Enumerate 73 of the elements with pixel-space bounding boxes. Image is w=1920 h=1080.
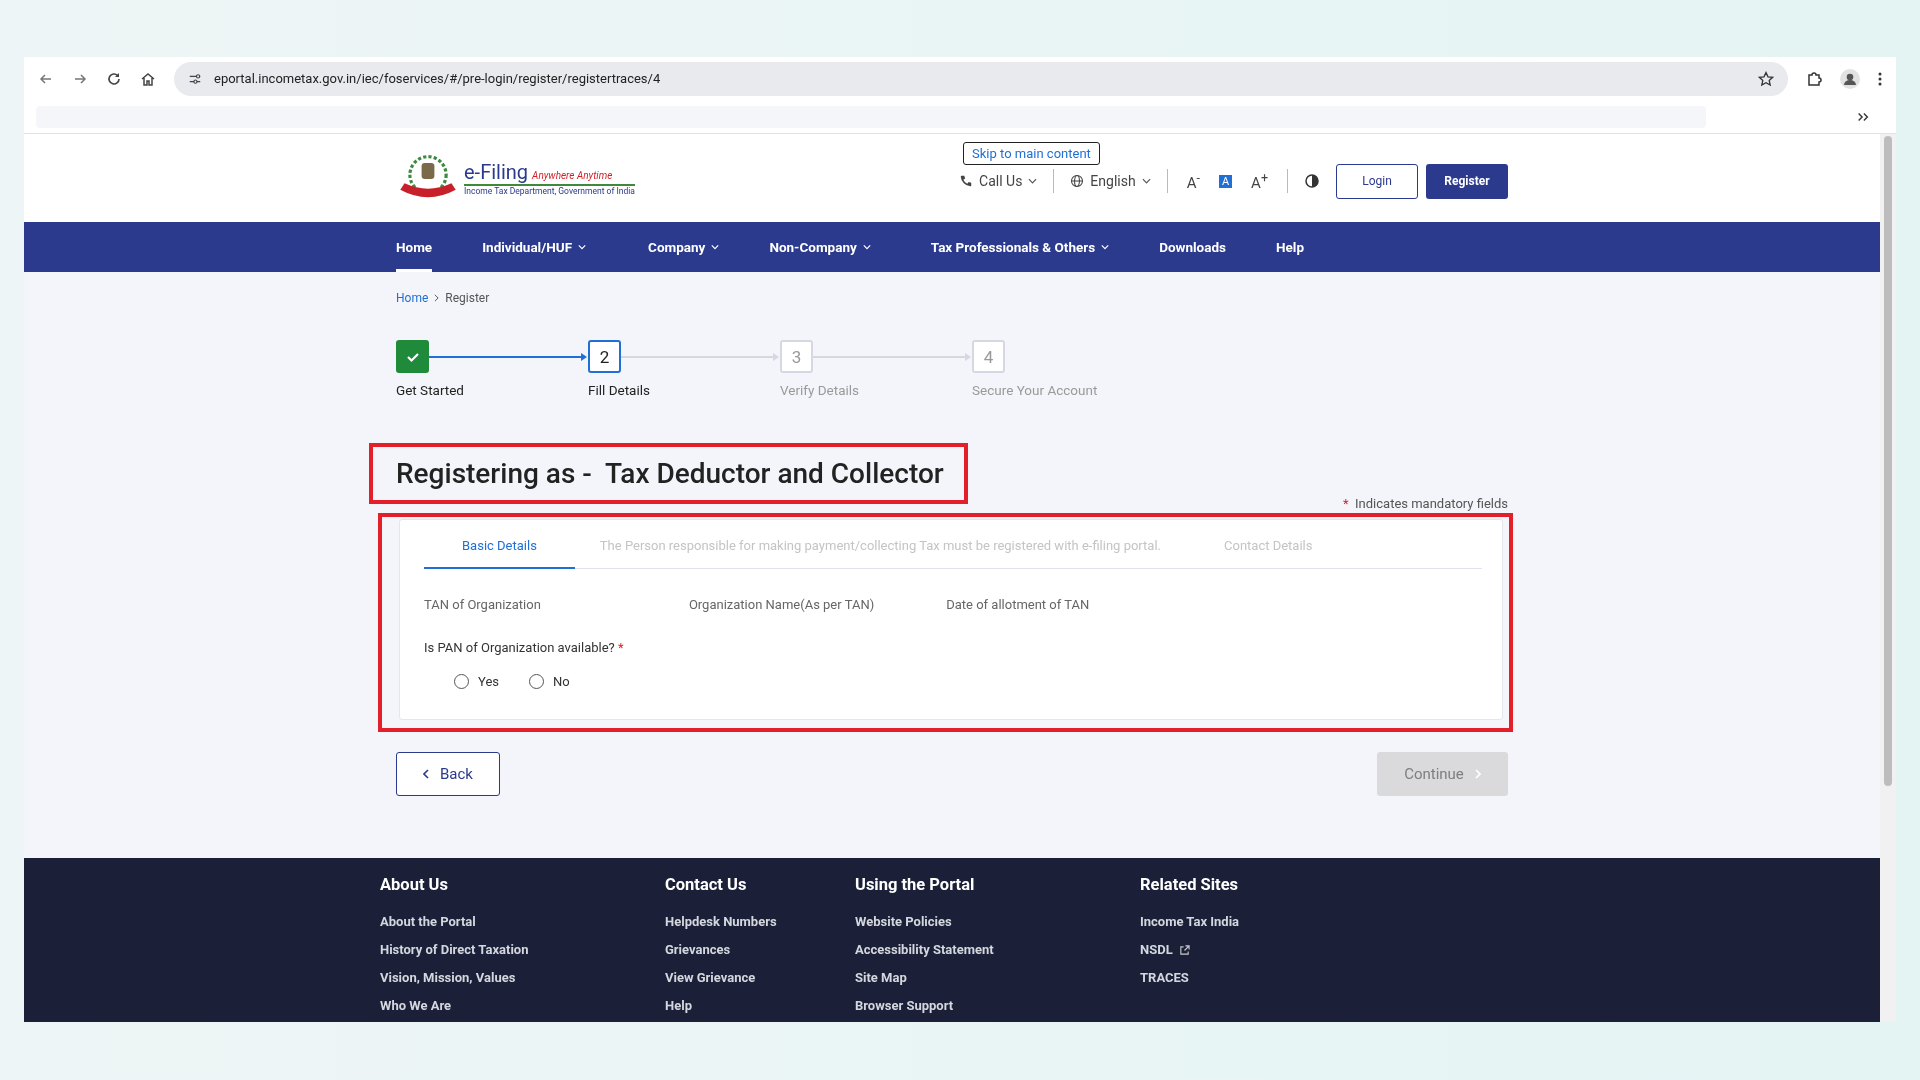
site-settings-icon[interactable] <box>188 71 202 86</box>
footer-link[interactable]: TRACES <box>1140 964 1340 992</box>
phone-icon <box>959 174 974 188</box>
star-icon[interactable] <box>1758 70 1774 87</box>
field-label: TAN of Organization <box>424 597 541 612</box>
font-size-button[interactable]: A$^{+}$ <box>1248 170 1271 192</box>
skip-link[interactable]: Skip to main content <box>963 141 1100 165</box>
chevron-down-icon <box>1028 178 1038 184</box>
chevron-down-icon <box>1141 178 1151 184</box>
footer-link[interactable]: Help <box>665 992 855 1020</box>
footer-link[interactable]: Grievances <box>665 936 855 964</box>
logo-subtitle: Income Tax Department, Government of India <box>464 186 635 196</box>
step-label: Fill Details <box>588 382 651 398</box>
nav-item[interactable]: Company <box>648 222 720 272</box>
page-title: Registering as - Tax Deductor and Collector <box>396 457 944 490</box>
step-number: 2 <box>599 346 610 367</box>
nav-item[interactable]: Tax Professionals & Others <box>930 222 1110 272</box>
footer-heading: About Us <box>380 875 449 894</box>
nav-item[interactable]: Downloads <box>1159 222 1226 272</box>
url-text: eportal.incometax.gov.in/iec/foservices/#/pre-login/register/registertraces/4 <box>214 71 662 86</box>
radio-option[interactable]: No <box>529 674 570 689</box>
contrast-icon[interactable] <box>1304 173 1320 189</box>
question-label: Is PAN of Organization available? * <box>424 640 625 655</box>
footer-heading: Contact Us <box>665 875 748 894</box>
footer-link[interactable]: Income Tax India <box>1140 908 1340 936</box>
address-bar[interactable]: eportal.incometax.gov.in/iec/foservices/#/pre-login/register/registertraces/4 <box>174 61 1788 96</box>
back-button[interactable]: Back <box>396 752 500 796</box>
radio-option[interactable]: Yes <box>454 674 499 689</box>
footer-link[interactable]: Site Map <box>855 964 1140 992</box>
scrollbar[interactable] <box>1880 134 1896 1022</box>
profile-icon[interactable] <box>1840 68 1860 89</box>
footer-link[interactable]: Who We Are <box>380 992 665 1020</box>
footer-heading: Related Sites <box>1140 875 1240 894</box>
nav-item[interactable]: Individual/HUF <box>482 222 587 272</box>
nav-item[interactable]: Help <box>1276 222 1304 272</box>
step-number: 4 <box>983 346 994 367</box>
footer-link[interactable]: Helpdesk Numbers <box>665 908 855 936</box>
breadcrumb-link[interactable]: Home <box>396 291 429 305</box>
step-label: Secure Your Account <box>972 382 1099 398</box>
puzzle-icon[interactable] <box>1806 70 1822 87</box>
breadcrumb-current: Register <box>445 291 490 305</box>
globe-icon <box>1070 174 1085 188</box>
menu-icon[interactable] <box>1878 70 1882 87</box>
footer-heading: Using the Portal <box>855 875 976 894</box>
footer-link[interactable]: Browser Support <box>855 992 1140 1020</box>
form-tab[interactable]: Basic Details <box>424 520 575 569</box>
step-label: Get Started <box>396 382 465 398</box>
footer-link[interactable]: Website Policies <box>855 908 1140 936</box>
login-button[interactable]: Login <box>1336 163 1418 199</box>
step-label: Verify Details <box>780 382 861 398</box>
nav-item[interactable]: Non-Company <box>769 222 871 272</box>
font-size-button[interactable]: A <box>1218 174 1233 188</box>
footer-link[interactable]: About the Portal <box>380 908 665 936</box>
call-us-link[interactable]: Call Us <box>959 173 1038 189</box>
footer-link[interactable]: Accessibility Statement <box>855 936 1140 964</box>
footer-link[interactable]: History of Direct Taxation <box>380 936 665 964</box>
footer-link[interactable]: Vision, Mission, Values <box>380 964 665 992</box>
chevron-left-icon <box>423 769 429 779</box>
register-button[interactable]: Register <box>1426 163 1508 199</box>
language-select[interactable]: English <box>1070 173 1151 189</box>
mandatory-note: * Indicates mandatory fields <box>1343 496 1508 511</box>
chevron-right-icon <box>1474 769 1481 779</box>
field-label: Date of allotment of TAN <box>946 597 1090 612</box>
logo-title: e-Filing <box>464 160 529 184</box>
chevron-right-icon <box>434 294 440 302</box>
home-icon[interactable] <box>140 70 156 87</box>
footer-link[interactable]: View Grievance <box>665 964 855 992</box>
logo-tagline: Anywhere Anytime <box>532 170 613 181</box>
reload-icon[interactable] <box>106 70 122 87</box>
font-size-button[interactable]: A$^{-}$ <box>1183 170 1203 192</box>
field-label: Organization Name(As per TAN) <box>688 597 875 612</box>
step-number: 3 <box>791 346 802 367</box>
footer-link[interactable]: NSDL <box>1140 936 1340 964</box>
